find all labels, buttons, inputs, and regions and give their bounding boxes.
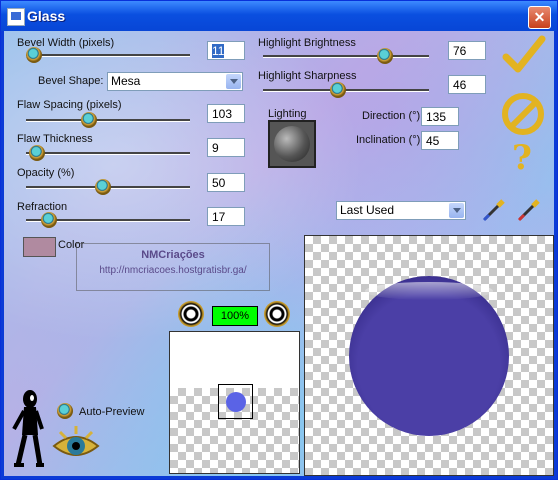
highlight-sharpness-label: Highlight Sharpness — [258, 70, 357, 82]
highlight-sharpness-input[interactable]: 46 — [448, 75, 486, 94]
dialog-client: Bevel Width (pixels) 11 Bevel Shape: Mes… — [4, 31, 554, 476]
preset-value: Last Used — [340, 203, 395, 217]
glass-dialog: Glass ✕ Bevel Width (pixels) 11 Bevel Sh… — [0, 0, 558, 480]
preview-region-box[interactable] — [218, 384, 253, 419]
watermark: NMCriações http://nmcriacoes.hostgratisb… — [76, 243, 270, 291]
inclination-input[interactable]: 45 — [421, 131, 459, 150]
refraction-input[interactable]: 17 — [207, 207, 245, 226]
lighting-preview[interactable] — [268, 120, 316, 168]
flaw-thickness-knob[interactable] — [29, 145, 45, 161]
refraction-label: Refraction — [17, 201, 68, 213]
highlight-sharpness-knob[interactable] — [330, 82, 346, 98]
highlight-brightness-slider[interactable] — [263, 55, 429, 58]
flaw-spacing-input[interactable]: 103 — [207, 104, 245, 123]
preset-select[interactable]: Last Used — [336, 201, 466, 220]
help-icon[interactable]: ? — [512, 141, 532, 175]
result-preview[interactable] — [304, 235, 554, 476]
lighting-sphere[interactable] — [274, 126, 310, 162]
bevel-shape-label: Bevel Shape: — [38, 75, 104, 87]
chevron-down-icon[interactable] — [226, 74, 241, 89]
direction-label: Direction (°) — [362, 110, 421, 122]
flaw-thickness-label: Flaw Thickness — [17, 133, 93, 145]
ok-check-icon[interactable] — [502, 35, 546, 75]
zoom-level: 100% — [212, 306, 258, 326]
glass-effect-preview — [349, 276, 509, 436]
close-button[interactable]: ✕ — [528, 6, 551, 29]
watermark-url: http://nmcriacoes.hostgratisbr.ga/ — [99, 265, 247, 276]
brush-icon[interactable] — [516, 197, 542, 223]
preview-region-dot — [226, 392, 246, 412]
opacity-input[interactable]: 50 — [207, 173, 245, 192]
inclination-label: Inclination (°) — [356, 134, 421, 146]
source-preview[interactable] — [169, 331, 300, 474]
mascot-figure-icon — [12, 390, 44, 467]
color-swatch[interactable] — [23, 237, 56, 257]
zoom-in-icon[interactable] — [178, 301, 204, 327]
eyedropper-icon[interactable] — [481, 197, 507, 223]
chevron-down-icon[interactable] — [449, 203, 464, 218]
highlight-brightness-knob[interactable] — [377, 48, 393, 64]
refraction-knob[interactable] — [41, 212, 57, 228]
title-bar[interactable]: Glass ✕ — [1, 1, 557, 31]
highlight-brightness-label: Highlight Brightness — [258, 37, 356, 49]
opacity-knob[interactable] — [95, 179, 111, 195]
bevel-width-input[interactable]: 11 — [207, 41, 245, 60]
direction-input[interactable]: 135 — [421, 107, 459, 126]
auto-preview-toggle[interactable] — [57, 403, 73, 419]
eye-logo-icon — [52, 426, 100, 456]
window-title: Glass — [27, 8, 66, 24]
bevel-shape-select[interactable]: Mesa — [107, 72, 243, 91]
flaw-thickness-slider[interactable] — [26, 152, 190, 155]
zoom-out-icon[interactable] — [264, 301, 290, 327]
flaw-thickness-input[interactable]: 9 — [207, 138, 245, 157]
watermark-title: NMCriações — [141, 249, 205, 261]
flaw-spacing-label: Flaw Spacing (pixels) — [17, 99, 122, 111]
auto-preview-label[interactable]: Auto-Preview — [79, 406, 144, 418]
flaw-spacing-knob[interactable] — [81, 112, 97, 128]
cancel-icon[interactable] — [502, 93, 544, 135]
highlight-sharpness-slider[interactable] — [263, 89, 429, 92]
app-icon — [7, 8, 25, 26]
flaw-spacing-slider[interactable] — [26, 119, 190, 122]
highlight-brightness-input[interactable]: 76 — [448, 41, 486, 60]
bevel-width-slider[interactable] — [26, 54, 190, 57]
bevel-shape-value: Mesa — [111, 74, 141, 88]
source-preview-blank — [170, 332, 299, 388]
lighting-label: Lighting — [268, 108, 307, 120]
opacity-label: Opacity (%) — [17, 167, 75, 179]
bevel-width-knob[interactable] — [26, 47, 42, 63]
